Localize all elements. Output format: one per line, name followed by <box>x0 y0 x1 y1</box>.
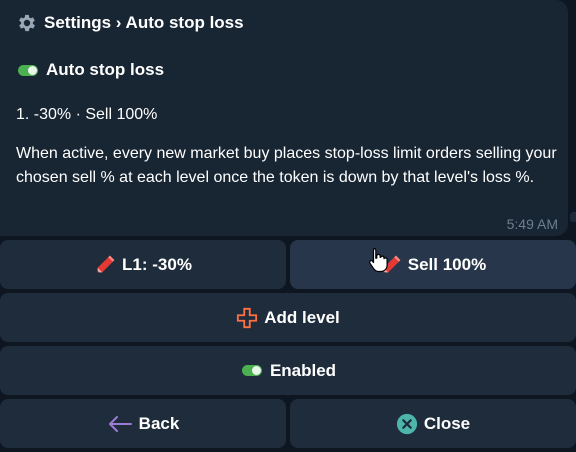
keyboard-row: Enabled <box>0 346 576 395</box>
keyboard-row: Add level <box>0 293 576 342</box>
pencil-icon <box>94 254 116 276</box>
close-circle-icon <box>396 413 418 435</box>
message-timestamp: 5:49 AM <box>506 216 558 232</box>
enabled-label: Enabled <box>269 360 337 380</box>
gear-icon <box>16 12 38 34</box>
left-arrow-icon <box>107 413 133 435</box>
edit-level-loss-button[interactable]: L1: -30% <box>0 240 286 289</box>
page-title: Settings › Auto stop loss <box>44 13 244 32</box>
message-title-row: Settings › Auto stop loss <box>16 10 552 36</box>
close-button[interactable]: Close <box>290 399 576 448</box>
edit-sell-percent-button[interactable]: Sell 100% <box>290 240 576 289</box>
enabled-toggle-button[interactable]: Enabled <box>0 346 576 395</box>
sell-button-label: Sell 100% <box>407 254 487 274</box>
add-level-label: Add level <box>264 307 340 327</box>
level-button-label: L1: -30% <box>122 254 192 274</box>
toggle-on-icon <box>241 365 262 376</box>
keyboard-row: Back Close <box>0 399 576 448</box>
keyboard-row: L1: -30% Sell 100% <box>0 240 576 289</box>
level-summary: 1. -30% · Sell 100% <box>16 106 158 123</box>
add-level-button[interactable]: Add level <box>0 293 576 342</box>
scroll-edge <box>570 212 576 222</box>
back-label: Back <box>138 413 180 433</box>
inline-keyboard: L1: -30% Sell 100% Add level Enabled Bac… <box>0 240 576 452</box>
description-text: When active, every new market buy places… <box>16 145 557 186</box>
back-button[interactable]: Back <box>0 399 286 448</box>
toggle-on-icon <box>18 64 38 76</box>
hand-cursor-icon <box>367 246 391 274</box>
toggle-label: Auto stop loss <box>46 60 165 79</box>
plus-icon <box>236 307 258 329</box>
message-bubble: Settings › Auto stop loss Auto stop loss… <box>0 0 568 236</box>
auto-stop-loss-status: Auto stop loss <box>16 58 552 82</box>
close-label: Close <box>423 413 471 433</box>
